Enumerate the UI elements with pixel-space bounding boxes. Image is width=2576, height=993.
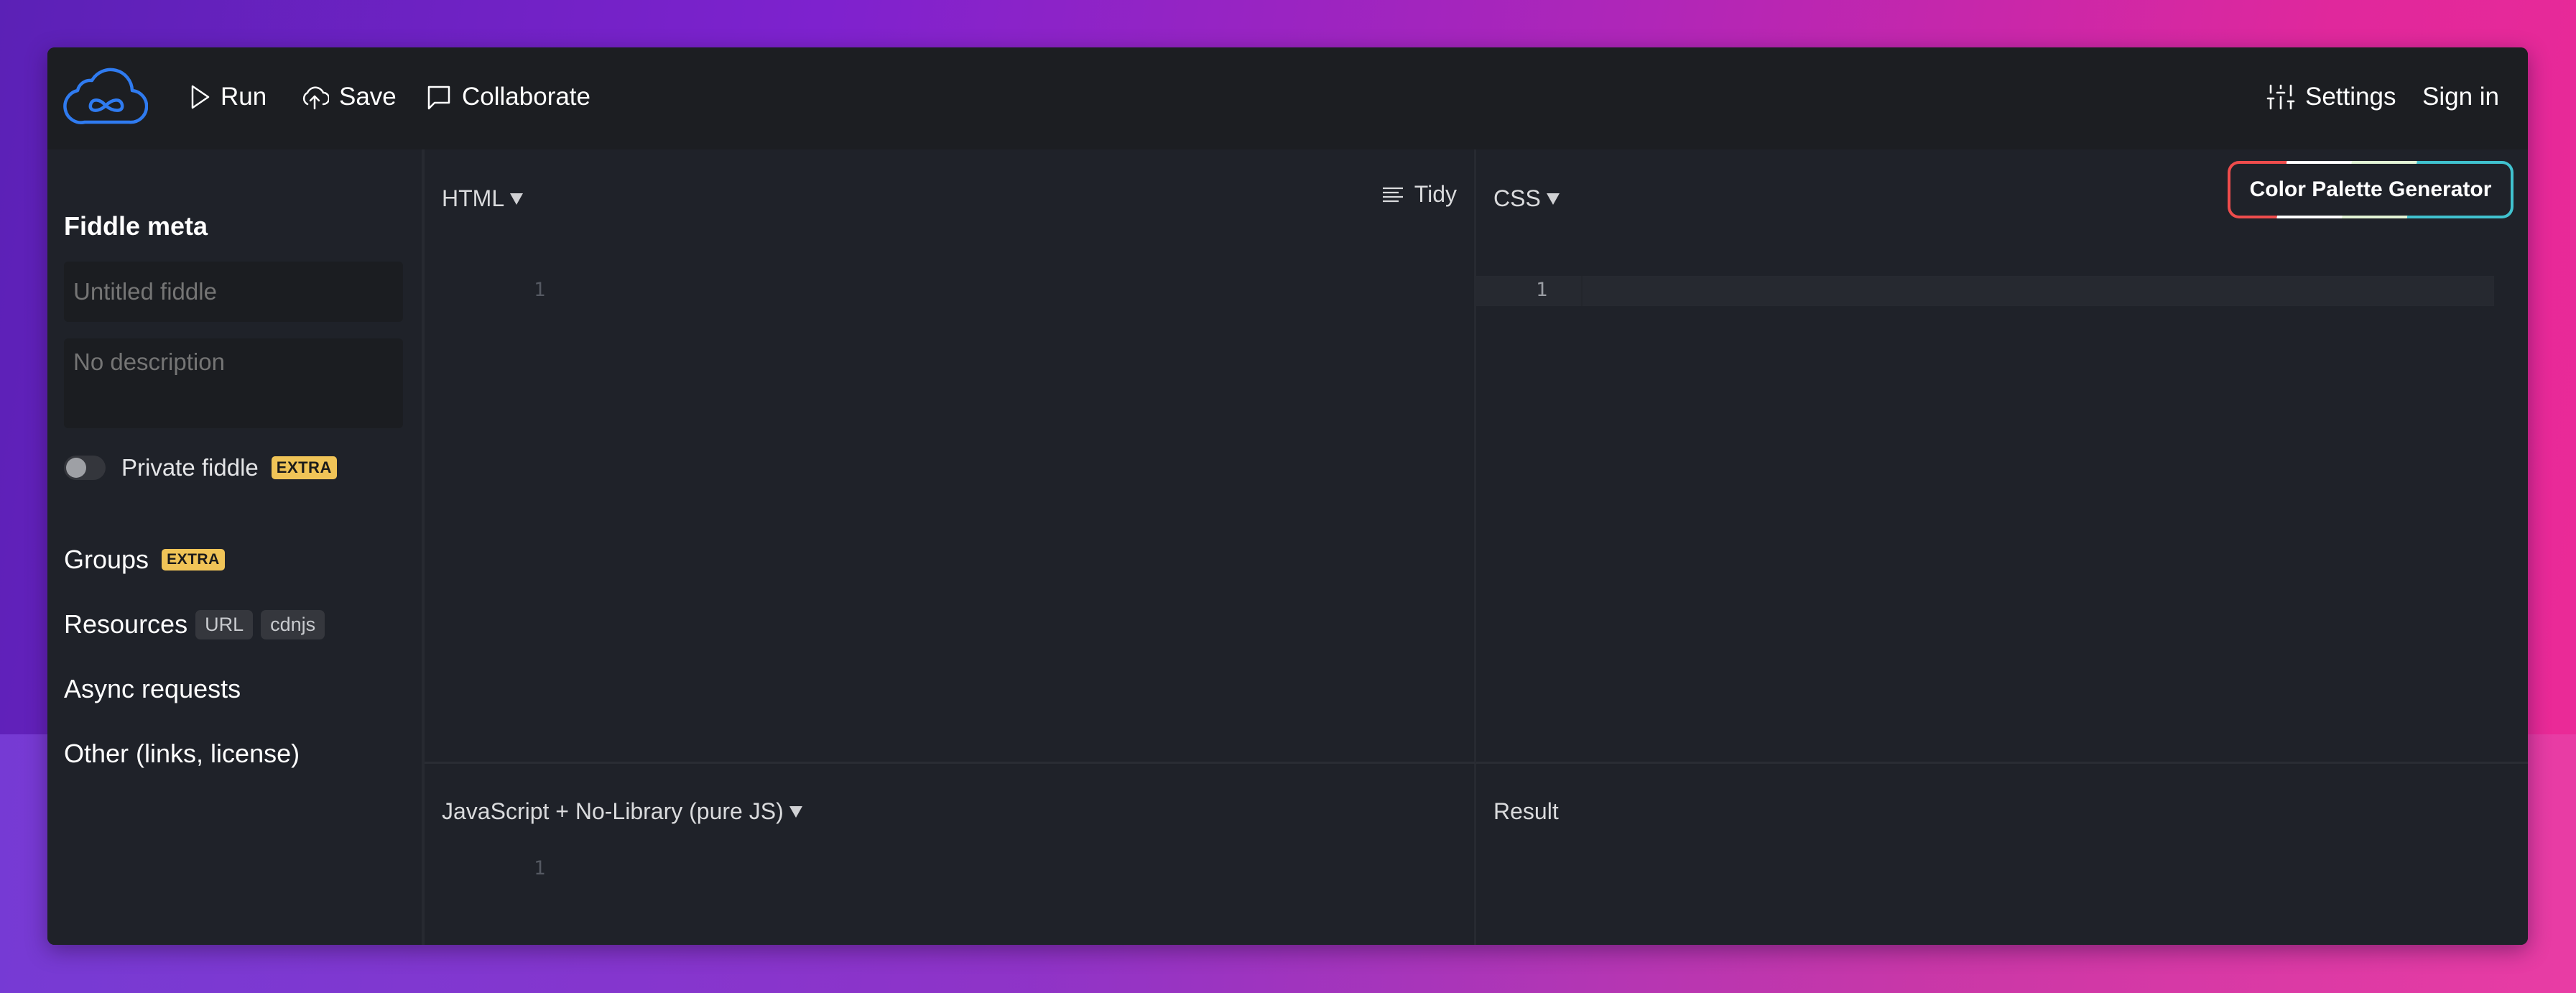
line-number: 1 — [1536, 279, 1548, 301]
other-label: Other (links, license) — [64, 739, 300, 768]
resource-tag-url[interactable]: URL — [195, 609, 254, 639]
html-language-dropdown[interactable]: HTML — [442, 185, 524, 212]
js-language-dropdown[interactable]: JavaScript + No-Library (pure JS) — [442, 798, 802, 825]
line-number: 1 — [534, 857, 546, 879]
async-requests-label: Async requests — [64, 674, 241, 703]
fiddle-meta-heading: Fiddle meta — [64, 211, 208, 241]
js-label: JavaScript + No-Library (pure JS) — [442, 798, 784, 824]
private-fiddle-label: Private fiddle — [121, 454, 259, 481]
caret-down-icon — [1546, 193, 1560, 205]
fiddle-description-input[interactable] — [64, 338, 403, 428]
resources-label: Resources — [64, 609, 188, 639]
javascript-panel[interactable]: JavaScript + No-Library (pure JS) 1 — [425, 764, 1476, 945]
color-palette-generator-label: Color Palette Generator — [2230, 164, 2511, 216]
collaborate-label: Collaborate — [462, 83, 590, 111]
html-panel[interactable]: HTML Tidy 1 — [425, 149, 1476, 764]
extra-badge: EXTRA — [271, 456, 337, 479]
html-label: HTML — [442, 185, 505, 211]
fiddle-title-input[interactable] — [64, 262, 403, 322]
css-language-dropdown[interactable]: CSS — [1493, 185, 1560, 212]
align-lines-icon — [1382, 187, 1403, 202]
jsfiddle-logo-icon[interactable] — [63, 66, 148, 126]
sidebar-item-other[interactable]: Other (links, license) — [64, 739, 300, 769]
sidebar-item-groups[interactable]: Groups EXTRA — [64, 545, 225, 575]
result-label: Result — [1493, 798, 1559, 824]
cloud-upload-icon — [302, 86, 329, 110]
caret-down-icon — [789, 805, 802, 818]
active-line-highlight — [1476, 276, 2494, 306]
private-fiddle-toggle[interactable] — [64, 456, 106, 480]
save-button[interactable]: Save — [300, 79, 397, 115]
gutter-divider — [1581, 276, 1583, 306]
top-bar: Run Save Collaborate Settings Sign in — [47, 47, 2528, 149]
sidebar: Fiddle meta Private fiddle EXTRA Groups … — [47, 149, 425, 945]
settings-button[interactable]: Settings — [2266, 79, 2396, 115]
run-label: Run — [221, 83, 267, 111]
run-button[interactable]: Run — [190, 79, 267, 115]
color-palette-generator-button[interactable]: Color Palette Generator — [2228, 161, 2514, 218]
css-label: CSS — [1493, 185, 1541, 211]
save-label: Save — [339, 83, 397, 111]
play-icon — [191, 85, 210, 109]
caret-down-icon — [510, 193, 524, 205]
sign-in-label: Sign in — [2422, 83, 2500, 111]
sign-in-button[interactable]: Sign in — [2422, 79, 2499, 115]
tidy-button[interactable]: Tidy — [1382, 181, 1457, 208]
sliders-icon — [2266, 84, 2295, 110]
settings-label: Settings — [2305, 83, 2396, 111]
tidy-label: Tidy — [1414, 181, 1457, 207]
sidebar-item-async-requests[interactable]: Async requests — [64, 674, 241, 704]
chat-bubble-icon — [427, 86, 450, 110]
line-number: 1 — [534, 279, 546, 301]
resource-tag-cdnjs[interactable]: cdnjs — [261, 609, 325, 639]
app-window: Run Save Collaborate Settings Sign in Fi… — [47, 47, 2528, 945]
toggle-knob — [66, 458, 86, 478]
extra-badge: EXTRA — [162, 549, 225, 571]
css-panel[interactable]: CSS Color Palette Generator 1 — [1476, 149, 2528, 764]
private-fiddle-row: Private fiddle EXTRA — [64, 450, 337, 486]
collaborate-button[interactable]: Collaborate — [426, 79, 590, 115]
groups-label: Groups — [64, 545, 149, 574]
sidebar-item-resources[interactable]: Resources URL cdnjs — [64, 609, 325, 639]
result-panel[interactable]: Result — [1476, 764, 2528, 945]
